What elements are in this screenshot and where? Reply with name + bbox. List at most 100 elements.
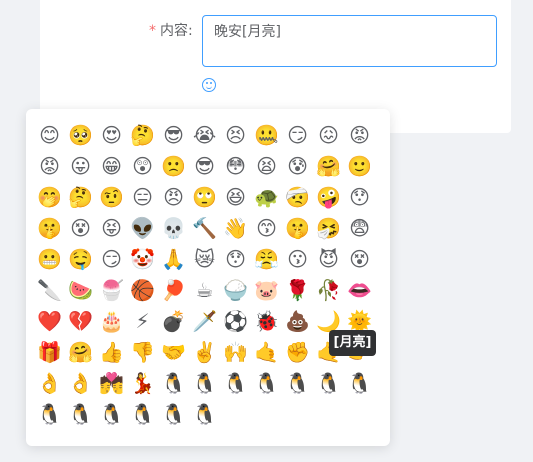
emoji-item[interactable]: 🤐 [251, 119, 282, 150]
emoji-item[interactable]: 🤡 [127, 243, 158, 274]
emoji-item[interactable]: 😤 [251, 243, 282, 274]
emoji-item[interactable]: 💔 [65, 305, 96, 336]
emoji-item[interactable]: 😍 [96, 119, 127, 150]
emoji-item[interactable]: 😛 [65, 150, 96, 181]
emoji-item[interactable]: 🐧 [282, 367, 313, 398]
emoji-item[interactable]: 🤙 [251, 336, 282, 367]
emoji-item[interactable]: 🐧 [189, 367, 220, 398]
emoji-item[interactable]: 👄 [344, 274, 375, 305]
emoji-item[interactable]: ☕ [189, 274, 220, 305]
emoji-item[interactable]: 😣 [220, 119, 251, 150]
emoji-item[interactable]: 😡 [344, 119, 375, 150]
emoji-item[interactable]: 🤧 [313, 212, 344, 243]
emoji-item[interactable]: 😖 [313, 119, 344, 150]
emoji-item[interactable]: 😳 [220, 150, 251, 181]
emoji-item[interactable]: 🤤 [65, 243, 96, 274]
emoji-item[interactable]: ✊ [282, 336, 313, 367]
emoji-item[interactable]: 😊 [34, 119, 65, 150]
emoji-item[interactable]: 🤗 [65, 336, 96, 367]
emoji-picker-toggle-icon[interactable] [202, 78, 216, 92]
emoji-item[interactable]: ⚡ [127, 305, 158, 336]
emoji-item[interactable]: 🗡️ [189, 305, 220, 336]
content-textarea[interactable]: 晚安[月亮] [202, 15, 497, 67]
emoji-item[interactable]: 👋 [220, 212, 251, 243]
emoji-item[interactable]: 😲 [127, 150, 158, 181]
emoji-item[interactable]: 🐧 [127, 398, 158, 429]
emoji-item[interactable]: 🤭 [34, 181, 65, 212]
emoji-item[interactable]: 😬 [34, 243, 65, 274]
emoji-item[interactable]: 😯 [344, 181, 375, 212]
emoji-item[interactable]: 🐧 [189, 398, 220, 429]
emoji-item[interactable]: 🐧 [158, 367, 189, 398]
emoji-item[interactable]: 🐧 [158, 398, 189, 429]
emoji-item[interactable]: ✌️ [189, 336, 220, 367]
emoji-item[interactable]: 🤗 [313, 150, 344, 181]
emoji-item[interactable]: 👎 [127, 336, 158, 367]
emoji-item[interactable]: 🙏 [158, 243, 189, 274]
emoji-item[interactable]: 😙 [251, 212, 282, 243]
emoji-item[interactable]: 💏 [96, 367, 127, 398]
emoji-item[interactable]: 😡 [34, 150, 65, 181]
emoji-item[interactable]: 🔨 [189, 212, 220, 243]
emoji-item[interactable]: 😆 [220, 181, 251, 212]
emoji-item[interactable]: 🐧 [220, 367, 251, 398]
emoji-item[interactable]: 🤫 [34, 212, 65, 243]
emoji-item[interactable]: 😑 [127, 181, 158, 212]
emoji-item[interactable]: 🥺 [65, 119, 96, 150]
emoji-item[interactable]: 🤔 [127, 119, 158, 150]
emoji-item[interactable]: 🍚 [220, 274, 251, 305]
emoji-item[interactable]: 🐧 [251, 367, 282, 398]
emoji-item[interactable]: 🙁 [158, 150, 189, 181]
emoji-item[interactable]: 🍉 [65, 274, 96, 305]
emoji-item[interactable]: 🤔 [65, 181, 96, 212]
emoji-item[interactable]: 😠 [158, 181, 189, 212]
emoji-item[interactable]: 😗 [282, 243, 313, 274]
emoji-item[interactable]: 😨 [344, 212, 375, 243]
emoji-item[interactable]: 🤨 [96, 181, 127, 212]
emoji-item[interactable]: 🐧 [344, 367, 375, 398]
emoji-item[interactable]: ⚽ [220, 305, 251, 336]
emoji-item[interactable]: 😵 [65, 212, 96, 243]
emoji-item[interactable]: 🥀 [313, 274, 344, 305]
emoji-item[interactable]: 🤕 [282, 181, 313, 212]
emoji-item[interactable]: 🐧 [65, 398, 96, 429]
emoji-item[interactable]: 😿 [189, 243, 220, 274]
emoji-item[interactable]: 😏 [96, 243, 127, 274]
emoji-item[interactable]: 😵 [344, 243, 375, 274]
emoji-item[interactable]: 😝 [96, 212, 127, 243]
emoji-item[interactable]: 👌 [65, 367, 96, 398]
emoji-item[interactable]: 🙌 [220, 336, 251, 367]
emoji-item[interactable]: 🐧 [34, 398, 65, 429]
emoji-item[interactable]: 🙄 [189, 181, 220, 212]
emoji-item[interactable]: 🐞 [251, 305, 282, 336]
emoji-item[interactable]: 😈 [313, 243, 344, 274]
emoji-item[interactable]: 🙂 [344, 150, 375, 181]
emoji-item[interactable]: 😎 [189, 150, 220, 181]
emoji-item[interactable]: 🤪 [313, 181, 344, 212]
emoji-item[interactable]: 🎂 [96, 305, 127, 336]
emoji-item[interactable]: 🤫 [282, 212, 313, 243]
emoji-item[interactable]: 😰 [282, 150, 313, 181]
emoji-item[interactable]: 🏓 [158, 274, 189, 305]
emoji-item[interactable]: 👽 [127, 212, 158, 243]
emoji-item[interactable]: 😏 [282, 119, 313, 150]
emoji-item[interactable]: 👍 [96, 336, 127, 367]
emoji-item[interactable]: 😯 [220, 243, 251, 274]
emoji-item[interactable]: 💀 [158, 212, 189, 243]
emoji-item[interactable]: 😁 [96, 150, 127, 181]
emoji-item[interactable]: 🍧 [96, 274, 127, 305]
emoji-item[interactable]: 💃 [127, 367, 158, 398]
emoji-item[interactable]: 🐧 [96, 398, 127, 429]
emoji-item[interactable]: 🐢 [251, 181, 282, 212]
emoji-item[interactable]: 🔪 [34, 274, 65, 305]
emoji-item[interactable]: 💩 [282, 305, 313, 336]
emoji-item[interactable]: 😎 [158, 119, 189, 150]
emoji-item[interactable]: 👌 [34, 367, 65, 398]
emoji-item[interactable]: 💣 [158, 305, 189, 336]
emoji-item[interactable]: ❤️ [34, 305, 65, 336]
emoji-item[interactable]: 🤝 [158, 336, 189, 367]
emoji-item[interactable]: 🐷 [251, 274, 282, 305]
emoji-item[interactable]: 😫 [251, 150, 282, 181]
emoji-item[interactable]: 🎁 [34, 336, 65, 367]
emoji-item[interactable]: 🏀 [127, 274, 158, 305]
